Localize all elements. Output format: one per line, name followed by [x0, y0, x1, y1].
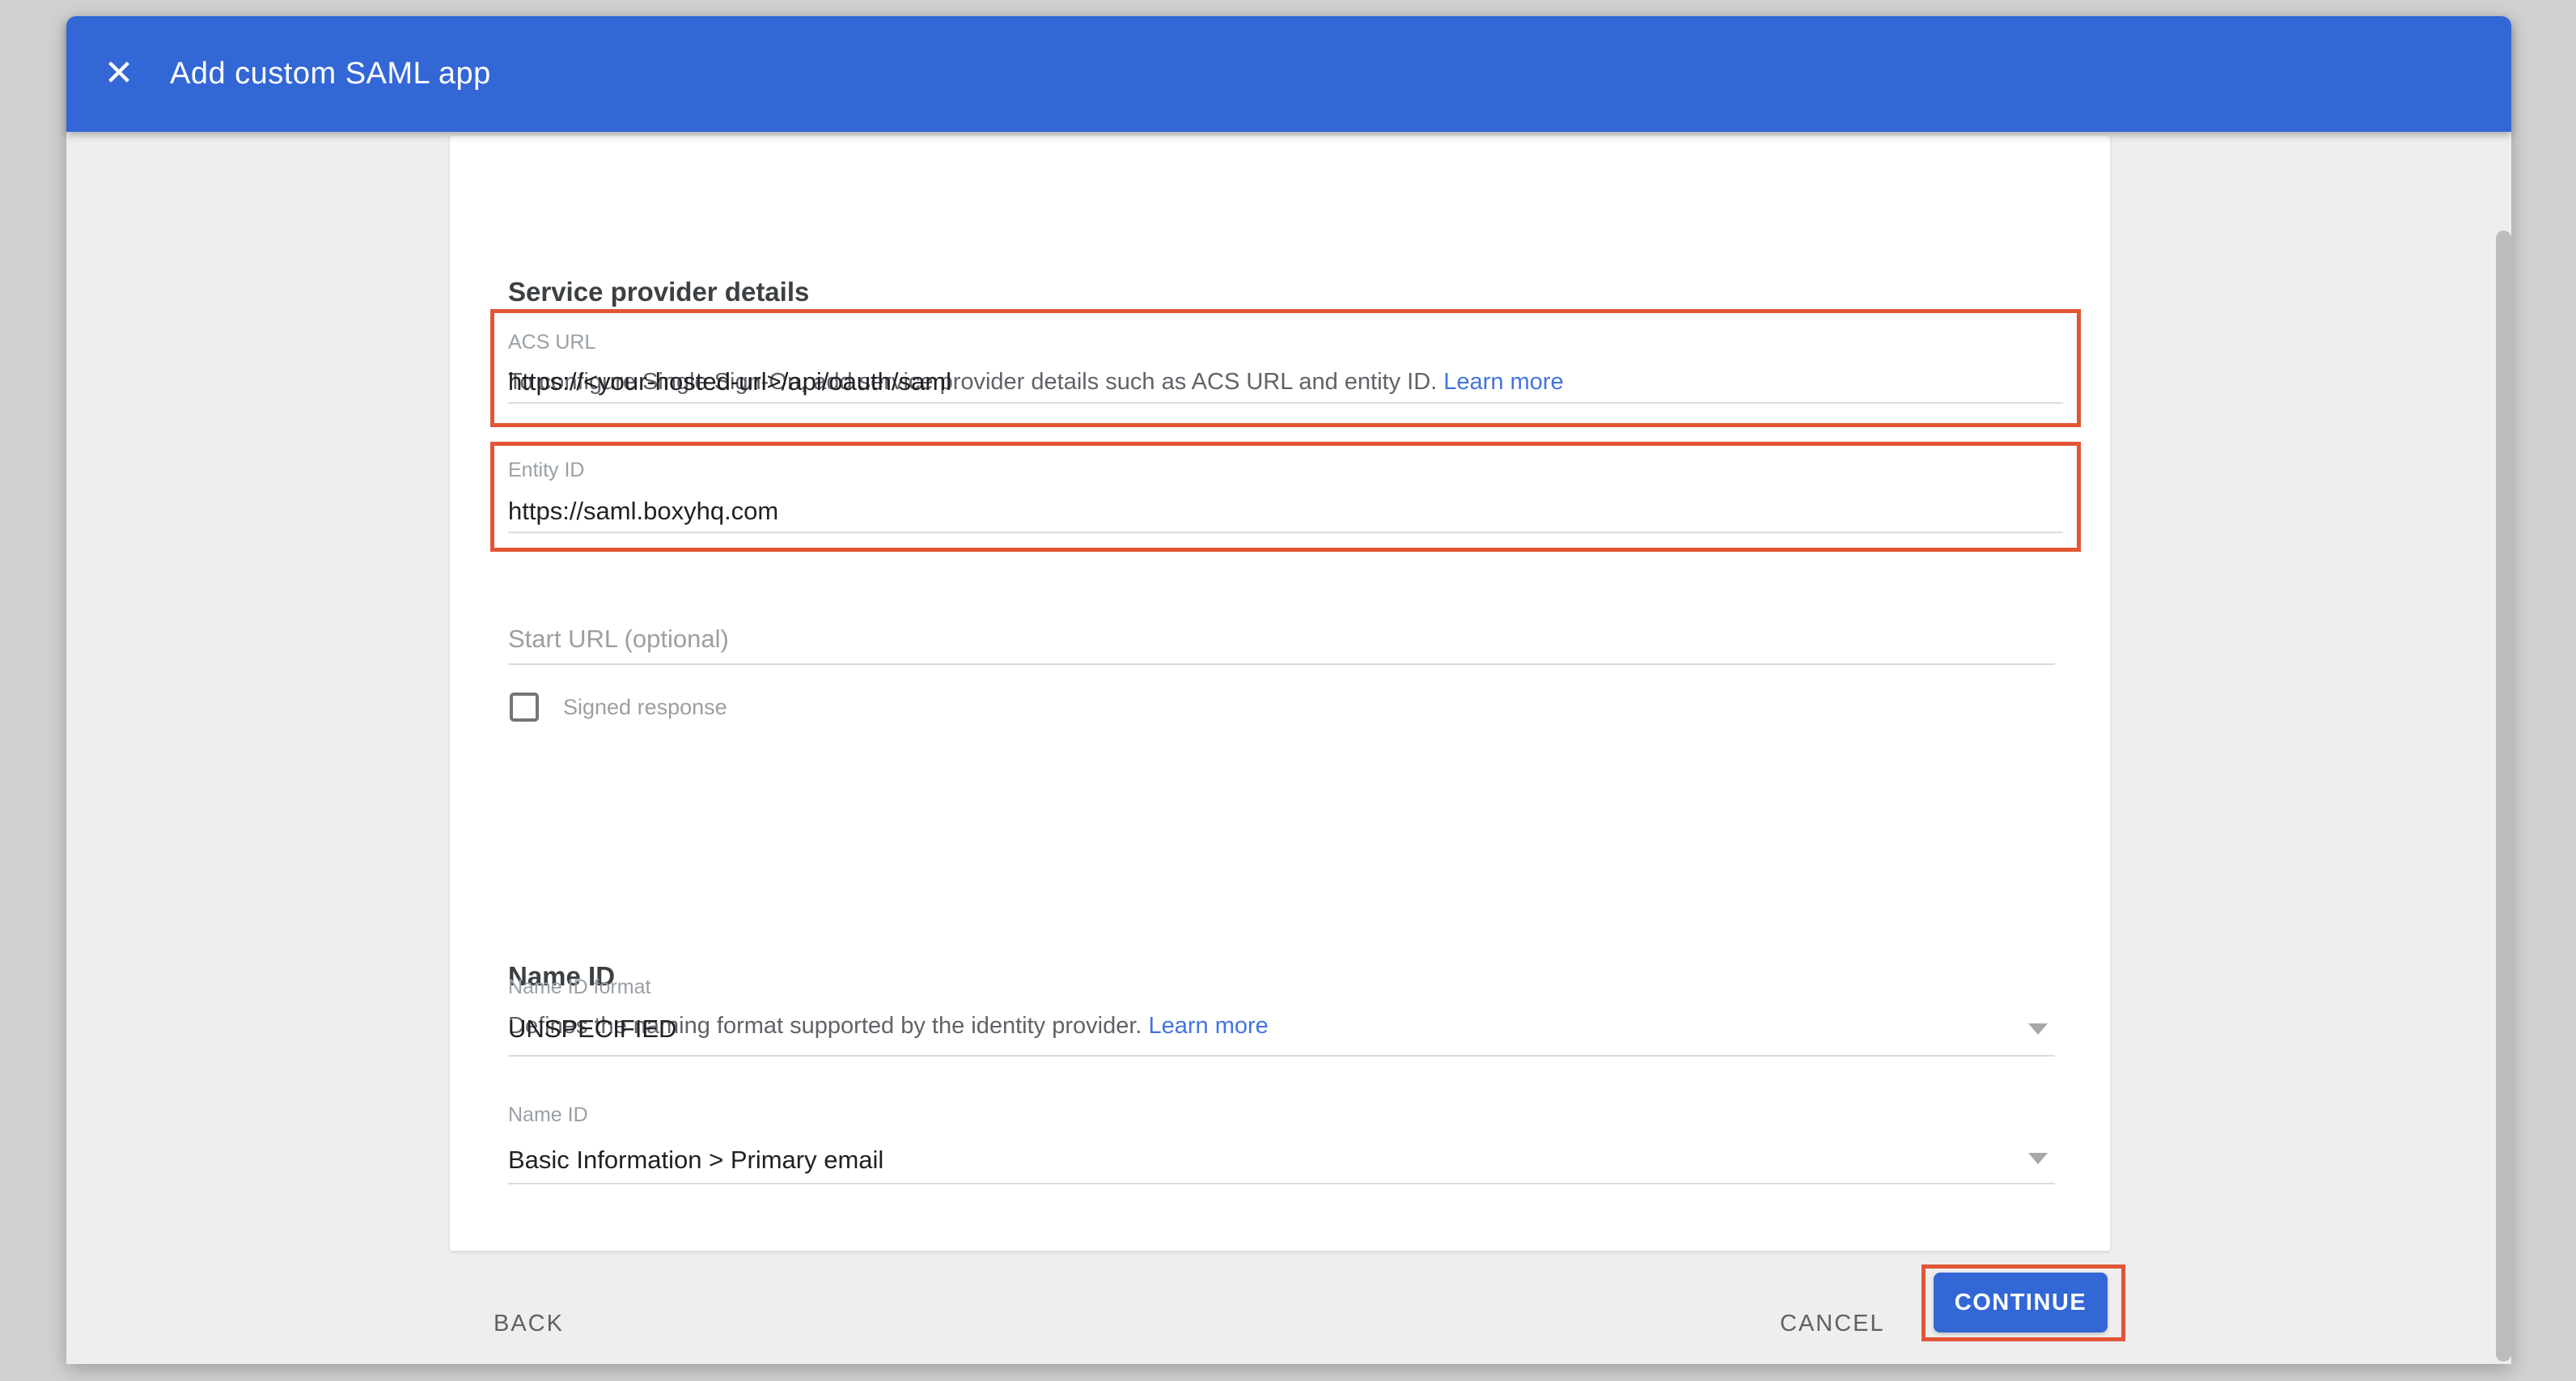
name-id-format-select[interactable]: UNSPECIFIED: [508, 1015, 676, 1044]
entity-id-highlight-box: Entity ID: [490, 442, 2081, 552]
name-id-format-underline: [508, 1055, 2055, 1057]
close-icon[interactable]: ✕: [95, 50, 142, 97]
dialog-title: Add custom SAML app: [170, 16, 491, 132]
service-provider-card: Service provider details To configure Si…: [450, 136, 2110, 1251]
chevron-down-icon[interactable]: [2028, 1153, 2048, 1164]
signed-response-label: Signed response: [563, 695, 727, 720]
entity-id-input[interactable]: [508, 491, 2063, 533]
acs-url-input[interactable]: [508, 362, 2063, 404]
cancel-button[interactable]: CANCEL: [1780, 1311, 1885, 1337]
entity-id-label: Entity ID: [508, 459, 584, 482]
name-id-underline: [508, 1183, 2055, 1184]
dialog-header: ✕ Add custom SAML app: [66, 16, 2511, 132]
add-custom-saml-app-dialog: ✕ Add custom SAML app Service provider d…: [66, 16, 2511, 1364]
name-id-format-label: Name ID format: [508, 976, 650, 999]
section-heading-service-provider-details: Service provider details: [508, 277, 809, 307]
name-id-select[interactable]: Basic Information > Primary email: [508, 1146, 883, 1175]
learn-more-link-name-id[interactable]: Learn more: [1149, 1013, 1269, 1039]
signed-response-row: Signed response: [510, 693, 727, 722]
signed-response-checkbox[interactable]: [510, 693, 539, 722]
continue-button[interactable]: CONTINUE: [1934, 1273, 2108, 1332]
acs-url-highlight-box: ACS URL: [490, 309, 2081, 427]
name-id-label: Name ID: [508, 1104, 588, 1127]
chevron-down-icon[interactable]: [2028, 1023, 2048, 1035]
acs-url-label: ACS URL: [508, 331, 595, 354]
back-button[interactable]: BACK: [494, 1311, 564, 1337]
start-url-input[interactable]: [508, 615, 2055, 665]
vertical-scrollbar-thumb[interactable]: [2496, 231, 2511, 1362]
page: ✕ Add custom SAML app Service provider d…: [0, 0, 2576, 1381]
